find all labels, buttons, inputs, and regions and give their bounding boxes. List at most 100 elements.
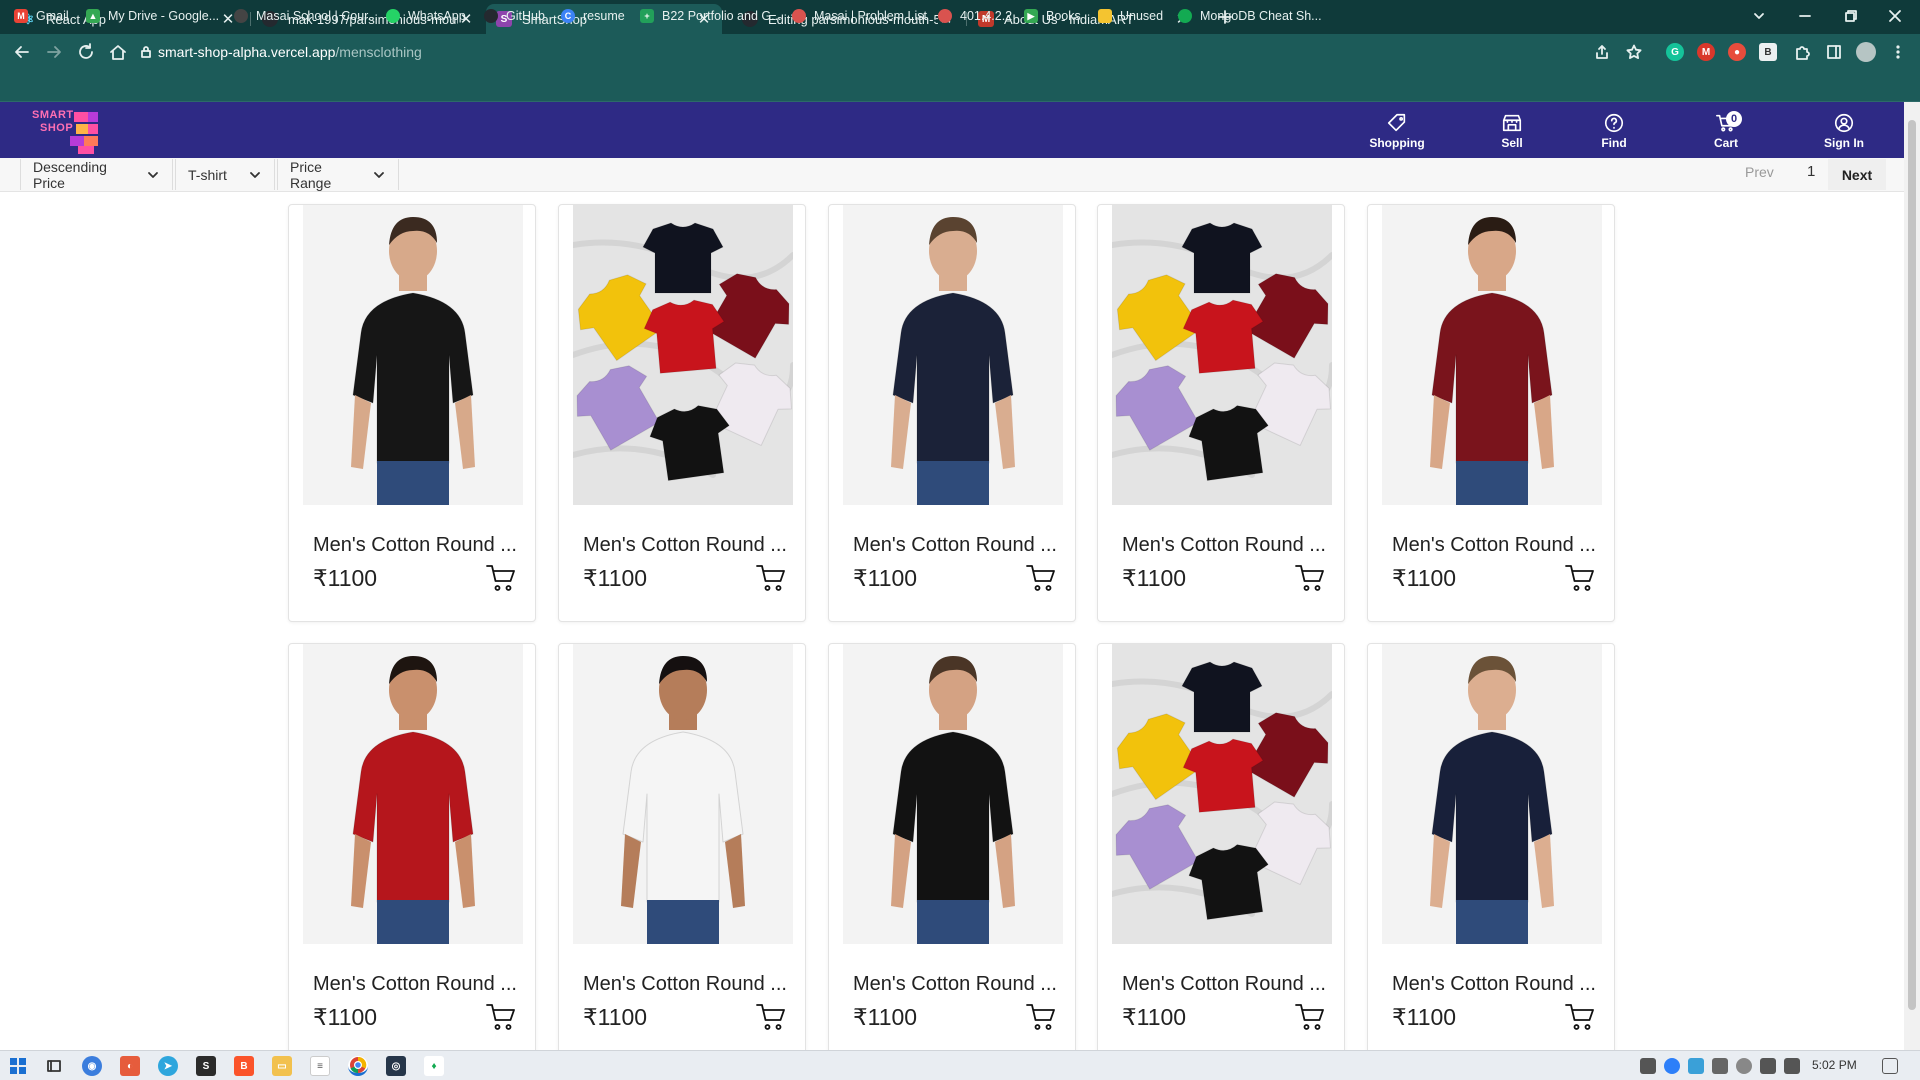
bookmark-books[interactable]: ▶ Books (1024, 7, 1081, 25)
volume-icon[interactable] (1784, 1058, 1800, 1074)
restore-icon[interactable] (1828, 4, 1874, 28)
bookmark-my-drive[interactable]: ▲ My Drive - Google... (86, 7, 219, 25)
brave-app-icon[interactable]: B (234, 1056, 254, 1076)
back-arrow-icon[interactable] (10, 40, 34, 64)
product-image-red-tshirt-model[interactable] (303, 644, 523, 944)
forward-arrow-icon[interactable] (42, 40, 66, 64)
product-card[interactable]: Men's Cotton Round ... ₹1100 (288, 643, 536, 1061)
gmail-extension-icon[interactable]: M (1697, 43, 1715, 61)
add-to-cart-icon[interactable] (1564, 563, 1596, 593)
bookmark-masai-school[interactable]: Masai School | Cour... (234, 7, 378, 25)
bookmark-401[interactable]: 401.4.2.2 (938, 7, 1012, 25)
product-card[interactable]: Men's Cotton Round ... ₹1100 (1097, 643, 1345, 1061)
product-title[interactable]: Men's Cotton Round ... (853, 973, 1057, 996)
product-title[interactable]: Men's Cotton Round ... (313, 973, 517, 996)
notepad-app-icon[interactable]: ≡ (310, 1056, 330, 1076)
product-title[interactable]: Men's Cotton Round ... (1392, 534, 1596, 557)
taskbar-clock[interactable]: 5:02 PM (1812, 1058, 1857, 1072)
add-to-cart-icon[interactable] (1025, 563, 1057, 593)
bookmark-star-icon[interactable] (1622, 40, 1646, 64)
notifications-icon[interactable] (1882, 1058, 1898, 1074)
product-card[interactable]: Men's Cotton Round ... ₹1100 (828, 643, 1076, 1061)
file-explorer-icon[interactable]: ▭ (272, 1056, 292, 1076)
zoom-tray-icon[interactable] (1664, 1058, 1680, 1074)
close-window-icon[interactable] (1872, 4, 1918, 28)
gimp-app-icon[interactable]: ◐ (120, 1056, 140, 1076)
address-bar[interactable]: smart-shop-alpha.vercel.app/mensclothing (140, 40, 1720, 64)
extensions-puzzle-icon[interactable] (1790, 40, 1814, 64)
bookmark-gmail[interactable]: M Gmail (14, 7, 69, 25)
nav-sell[interactable]: Sell (1467, 112, 1557, 152)
add-to-cart-icon[interactable] (485, 1002, 517, 1032)
bookmark-github[interactable]: GitHub (484, 7, 545, 25)
bookmark-mongodb[interactable]: MongoDB Cheat Sh... (1178, 7, 1322, 25)
bookmark-masai-problem-list[interactable]: Masai | Problem List (792, 7, 927, 25)
page-scrollbar-thumb[interactable] (1908, 120, 1916, 1010)
battery-icon[interactable] (1640, 1058, 1656, 1074)
nav-shopping[interactable]: Shopping (1352, 112, 1442, 152)
next-page-button[interactable]: Next (1828, 159, 1886, 190)
hardware-tray-icon[interactable] (1736, 1058, 1752, 1074)
bookmark-whatsapp[interactable]: WhatsApp (386, 7, 466, 25)
category-select[interactable]: T-shirt (175, 159, 275, 190)
product-card[interactable]: Men's Cotton Round ... ₹1100 (288, 204, 536, 622)
product-card[interactable]: Men's Cotton Round ... ₹1100 (1367, 204, 1615, 622)
windows-start-icon[interactable] (8, 1056, 28, 1076)
product-image-navy-tshirt-model[interactable] (1382, 644, 1602, 944)
product-title[interactable]: Men's Cotton Round ... (583, 534, 787, 557)
product-card[interactable]: Men's Cotton Round ... ₹1100 (1367, 643, 1615, 1061)
telegram-app-icon[interactable]: ➤ (158, 1056, 178, 1076)
product-title[interactable]: Men's Cotton Round ... (1122, 973, 1326, 996)
bookmark-resume[interactable]: Cresume (561, 7, 625, 25)
prev-page-button[interactable]: Prev (1745, 164, 1774, 180)
add-to-cart-icon[interactable] (1025, 1002, 1057, 1032)
product-title[interactable]: Men's Cotton Round ... (583, 973, 787, 996)
nav-find[interactable]: Find (1569, 112, 1659, 152)
add-to-cart-icon[interactable] (485, 563, 517, 593)
product-image-white-tshirt-model[interactable] (573, 644, 793, 944)
tab-search-icon[interactable] (1736, 4, 1782, 28)
pokeball-extension-icon[interactable]: ● (1728, 43, 1746, 61)
chrome-app-icon[interactable] (348, 1056, 368, 1076)
product-card[interactable]: Men's Cotton Round ... ₹1100 (828, 204, 1076, 622)
product-image-black-tshirt-model[interactable] (843, 644, 1063, 944)
side-panel-icon[interactable] (1822, 40, 1846, 64)
bookmark-unused-folder[interactable]: Unused (1098, 7, 1163, 25)
onedrive-tray-icon[interactable] (1688, 1058, 1704, 1074)
product-title[interactable]: Men's Cotton Round ... (853, 534, 1057, 557)
sort-select[interactable]: Descending Price (20, 159, 173, 191)
share-icon[interactable] (1590, 40, 1614, 64)
minimize-icon[interactable] (1782, 4, 1828, 28)
reload-icon[interactable] (74, 40, 98, 64)
sublime-app-icon[interactable]: S (196, 1056, 216, 1076)
product-card[interactable]: Men's Cotton Round ... ₹1100 (558, 204, 806, 622)
product-card[interactable]: Men's Cotton Round ... ₹1100 (558, 643, 806, 1061)
price-range-select[interactable]: Price Range (277, 159, 399, 191)
nav-sign-in[interactable]: Sign In (1799, 112, 1889, 152)
add-to-cart-icon[interactable] (1294, 1002, 1326, 1032)
product-title[interactable]: Men's Cotton Round ... (313, 534, 517, 557)
wifi-icon[interactable] (1760, 1058, 1776, 1074)
add-to-cart-icon[interactable] (755, 563, 787, 593)
grammarly-icon[interactable]: G (1666, 43, 1684, 61)
add-to-cart-icon[interactable] (1564, 1002, 1596, 1032)
product-image-navy-tshirt-model[interactable] (843, 205, 1063, 505)
bookmark-b22-portfolio[interactable]: + B22 Portfolio and G... (640, 7, 782, 25)
product-image-maroon-tshirt-model[interactable] (1382, 205, 1602, 505)
task-view-icon[interactable] (44, 1056, 64, 1076)
smartshop-logo[interactable]: SMART SHOP (30, 106, 108, 156)
add-to-cart-icon[interactable] (1294, 563, 1326, 593)
product-title[interactable]: Men's Cotton Round ... (1122, 534, 1326, 557)
b-extension-icon[interactable]: B (1759, 43, 1777, 61)
display-tray-icon[interactable] (1712, 1058, 1728, 1074)
product-image-folded-tshirts-flatlay[interactable] (1112, 644, 1332, 944)
obs-app-icon[interactable]: ◎ (386, 1056, 406, 1076)
product-image-folded-tshirts-flatlay[interactable] (1112, 205, 1332, 505)
zoom-app-icon[interactable]: ◉ (82, 1056, 102, 1076)
product-image-black-tshirt-model[interactable] (303, 205, 523, 505)
product-image-folded-tshirts-flatlay[interactable] (573, 205, 793, 505)
profile-avatar[interactable] (1856, 42, 1876, 62)
product-title[interactable]: Men's Cotton Round ... (1392, 973, 1596, 996)
menu-kebab-icon[interactable] (1886, 40, 1910, 64)
product-card[interactable]: Men's Cotton Round ... ₹1100 (1097, 204, 1345, 622)
